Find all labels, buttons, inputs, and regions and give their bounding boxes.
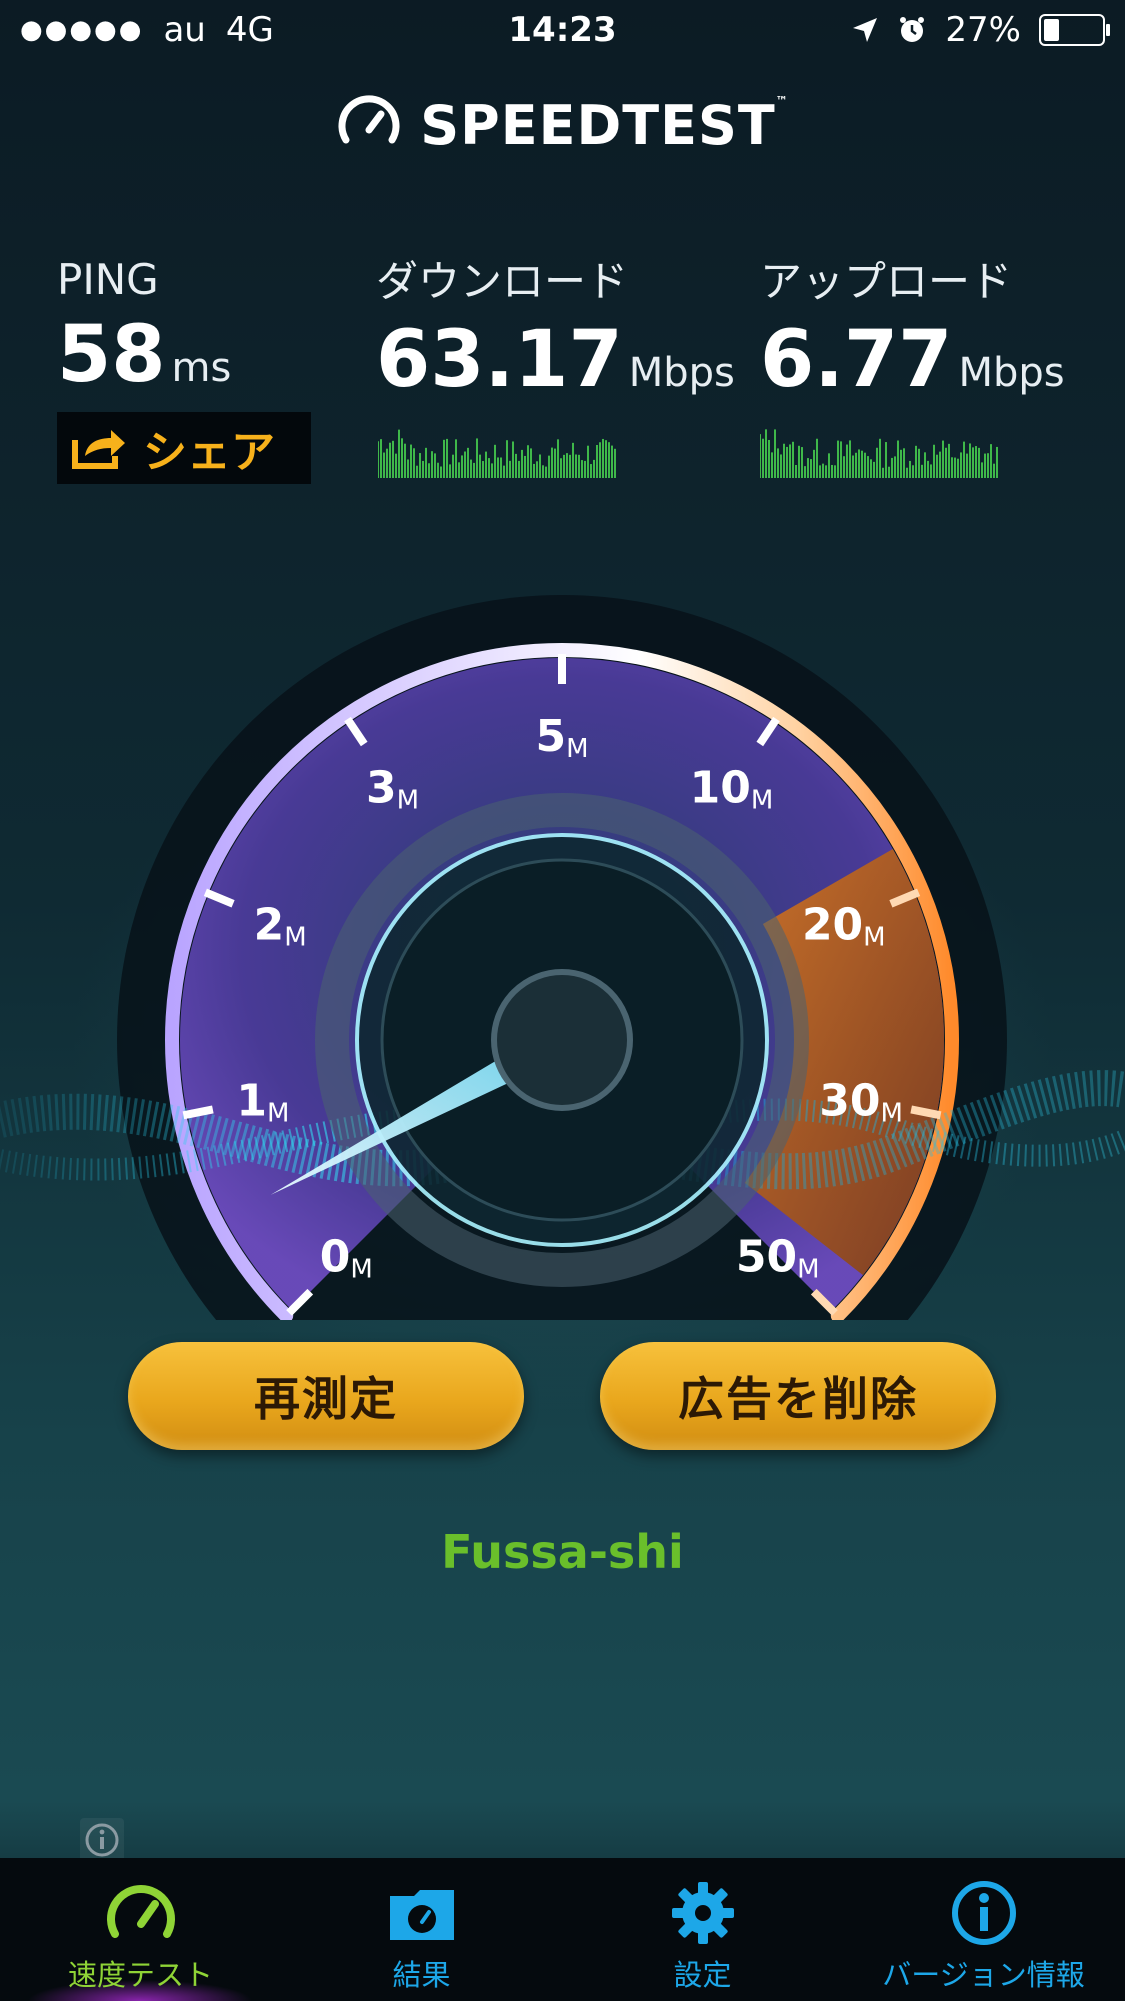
tab-label: 設定 [673, 1958, 732, 1992]
logo-text: SPEEDTEST™ [420, 93, 789, 157]
tab-label: 速度テスト [67, 1958, 213, 1992]
ping-value: 58 [57, 310, 166, 400]
gear-icon [671, 1882, 734, 1944]
share-button[interactable]: シェア [57, 412, 311, 484]
upload-label: アップロード [760, 257, 1013, 306]
speedometer-icon [106, 1885, 175, 1938]
speed-gauge: 0M1M2M3M5M10M20M30M50M [0, 595, 1125, 1320]
info-icon [951, 1881, 1016, 1945]
tab-label: バージョン情報 [882, 1958, 1085, 1992]
upload-value: 6.77 [760, 315, 953, 405]
upload-sparkline [760, 429, 998, 478]
speedtest-logo: SPEEDTEST™ [0, 92, 1125, 158]
tab-results[interactable]: 結果 [281, 1858, 562, 2001]
ping-label: PING [57, 255, 159, 304]
gauge-hub [491, 969, 633, 1111]
ad-info-button[interactable] [80, 1818, 124, 1862]
results-folder-icon [389, 1890, 454, 1940]
share-icon [72, 430, 125, 469]
info-icon [85, 1823, 119, 1857]
download-value: 63.17 [376, 315, 623, 405]
tab-settings[interactable]: 設定 [562, 1858, 843, 2001]
download-metric: ダウンロード 63.17 Mbps [376, 248, 735, 405]
battery-icon [1039, 14, 1110, 46]
tab-speed-test[interactable]: 速度テスト [0, 1858, 281, 2001]
tab-about[interactable]: バージョン情報 [843, 1858, 1124, 2001]
tab-bar: 速度テスト 結果 設定 バージョン情報 [0, 1858, 1125, 2001]
upload-metric: アップロード 6.77 Mbps [760, 248, 1065, 405]
speedometer-logo-icon [338, 95, 400, 144]
ping-metric: PING 58 ms [57, 255, 231, 400]
battery-percent: 27% [945, 10, 1021, 50]
location-arrow-icon [853, 18, 878, 42]
remove-ads-button[interactable]: 広告を削除 [600, 1342, 996, 1450]
share-label: シェア [143, 427, 275, 478]
status-right: 27% [851, 10, 1110, 50]
retest-button[interactable]: 再測定 [128, 1342, 524, 1450]
upload-unit: Mbps [958, 350, 1065, 396]
download-label: ダウンロード [376, 257, 629, 306]
server-location: Fussa-shi [441, 1525, 684, 1579]
tab-label: 結果 [392, 1958, 451, 1992]
status-bar: ●●●●● au 4G 14:23 27% [0, 0, 1125, 62]
alarm-icon [900, 17, 925, 42]
download-sparkline [378, 429, 616, 478]
ping-unit: ms [171, 345, 232, 391]
download-unit: Mbps [628, 350, 735, 396]
